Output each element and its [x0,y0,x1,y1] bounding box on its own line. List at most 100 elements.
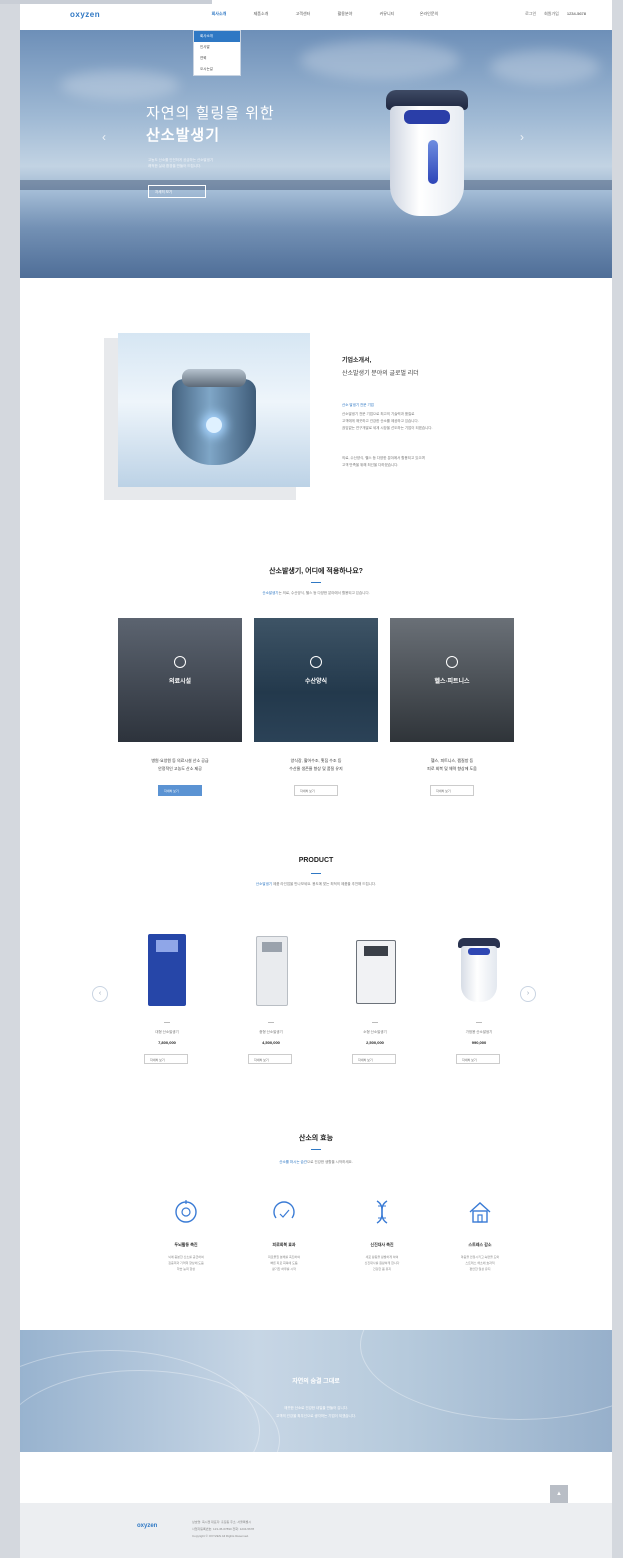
device-panel [468,948,490,955]
usage-card-text: 병원·요양원 등 의료시설 산소 공급 [151,758,209,763]
product-prev-icon[interactable]: ‹ [92,986,108,1002]
usage-card-fishery[interactable]: 수산양식 [254,618,378,742]
product-price: 4,500,000 [262,1040,280,1045]
effect-description: 세포 활동을 활발하게 하여 신진대사를 원활하게 합니다 건강한 몸 유지 [332,1254,432,1272]
usage-sub-text: 는 의료, 수산양식, 헬스 등 다양한 분야에서 활용되고 있습니다. [278,591,370,595]
product-sub-text: 제품 라인업을 만나보세요. 용도에 맞는 최적의 제품을 추천해 드립니다. [272,882,377,886]
nav-item-community[interactable]: 커뮤니티 [366,11,408,17]
usage-card-medical[interactable]: 의료시설 [118,618,242,742]
effect-subtitle: 산소를 마시는 습관으로 건강한 생활을 시작하세요. [20,1160,612,1165]
phone-number: 1234-5678 [566,11,586,16]
dropdown-item-greeting[interactable]: 인사말 [194,42,240,53]
cabinet-panel [262,942,282,952]
cabinet-panel [156,940,178,952]
intro-image [118,333,310,487]
usage-card-fitness[interactable]: 헬스·피트니스 [390,618,514,742]
nav-item-products[interactable]: 제품소개 [240,11,282,17]
usage-subtitle: 산소발생기는 의료, 수산양식, 헬스 등 다양한 분야에서 활용되고 있습니다… [20,591,612,596]
product-title: PRODUCT [298,857,334,864]
effect-title-text: 피로회복 효과 [272,1242,296,1247]
effect-title-text: 스트레스 감소 [468,1242,492,1247]
product-bar [268,1022,274,1023]
product-name: 소형 산소발생기 [363,1030,387,1034]
footer: oxyzen 상호명: 옥시젠 대표자: 홍길동 주소: 서울특별시 사업자등록… [20,1503,612,1558]
product-card[interactable]: 대형 산소발생기 7,800,000 자세히 보기 [120,918,214,1070]
effect-sub-highlight: 산소를 마시는 습관 [279,1160,307,1164]
banner-subtitle: 깨끗한 산소로 건강한 내일을 만들어 갑니다. [284,1406,348,1410]
oxygen-device-image [384,90,470,218]
nav-item-company[interactable]: 회사소개 [198,11,240,17]
fitness-icon [446,656,458,668]
product-name: 가정용 산소발생기 [465,1030,493,1034]
util-links: 로그인 회원가입 1234-5678 [525,11,586,17]
hero-banner: ‹ › 자연의 힐링을 위한 산소발생기 고농도 산소를 안전하게 공급하는 산… [20,30,612,278]
tank-glow [206,417,222,433]
intro-highlight: 산소 발생기 전문 기업 [342,403,374,407]
usage-card-label: 헬스·피트니스 [434,679,470,685]
usage-card-text: 양식장, 활어수조, 횟집 수조 등 [290,758,342,763]
effect-title: 산소의 효능 [298,1135,334,1142]
effect-title-text: 신진대사 촉진 [370,1242,394,1247]
product-card[interactable]: 중형 산소발생기 4,500,000 자세히 보기 [224,918,318,1070]
effect-description: 뇌에 충분한 산소를 공급하여 집중력과 기억력 향상에 도움 학습 능력 향상 [136,1254,236,1272]
product-price: 990,000 [471,1040,487,1045]
intro-subtitle: 산소발생기 분야의 글로벌 리더 [342,371,419,377]
nav-item-support[interactable]: 고객센터 [282,11,324,17]
header: oxyzen 회사소개 제품소개 고객센터 활용분야 커뮤니티 온라인문의 로그… [20,0,612,30]
usage-more-button[interactable]: 자세히 보기 [158,785,202,796]
medical-icon [174,656,186,668]
intro-paragraph: 끊임없는 연구개발로 세계 시장을 선도하는 기업이 되겠습니다. [342,426,433,430]
scroll-top-button[interactable]: ▲ [550,1485,568,1503]
water [20,190,612,278]
nav-item-inquiry[interactable]: 온라인문의 [408,11,450,17]
effect-desc-line: 건강한 몸 유지 [372,1267,392,1271]
effect-desc-line: 학습 능력 향상 [176,1267,196,1271]
intro-paragraph: 의료, 수산양식, 헬스 등 다양한 분야에서 활용되고 있으며 [342,456,425,460]
browser-top-tab [0,0,212,4]
usage-more-button[interactable]: 자세히 보기 [430,785,474,796]
nav-item-usage[interactable]: 활용분야 [324,11,366,17]
product-bar [164,1022,170,1023]
banner-subtitle: 고객의 건강을 최우선으로 생각하는 기업이 되겠습니다. [276,1414,356,1418]
hero-title: 자연의 힐링을 위한 [146,105,275,122]
usage-title-bar [311,582,321,583]
product-more-button[interactable]: 자세히 보기 [456,1054,500,1064]
hero-desc-line: 쾌적한 실내 환경을 만들어 드립니다. [148,164,202,168]
hero-more-button[interactable]: 자세히 보기 [148,185,206,198]
product-image [142,928,192,1012]
dropdown-item-history[interactable]: 연혁 [194,53,240,64]
usage-card-label: 의료시설 [168,679,192,685]
join-link[interactable]: 회원가입 [544,11,559,17]
product-name: 대형 산소발생기 [155,1030,179,1034]
intro-paragraph: 고객 만족을 위해 최선을 다하겠습니다. [342,463,399,467]
product-more-button[interactable]: 자세히 보기 [144,1054,188,1064]
product-more-button[interactable]: 자세히 보기 [352,1054,396,1064]
footer-logo: oxyzen [137,1523,158,1529]
usage-more-button[interactable]: 자세히 보기 [294,785,338,796]
product-card[interactable]: 가정용 산소발생기 990,000 자세히 보기 [432,918,526,1070]
cloud-decoration [300,40,460,80]
dropdown-item-location[interactable]: 오시는길 [194,64,240,75]
login-link[interactable]: 로그인 [525,11,536,17]
product-more-button[interactable]: 자세히 보기 [248,1054,292,1064]
product-bar [476,1022,482,1023]
bottom-banner: 자연의 숨결 그대로 깨끗한 산소로 건강한 내일을 만들어 갑니다. 고객의 … [20,1330,612,1452]
product-card[interactable]: 소형 산소발생기 2,500,000 자세히 보기 [328,918,422,1070]
banner-title: 자연의 숨결 그대로 [292,1379,340,1385]
logo[interactable]: oxyzen [70,10,100,19]
effect-description: 피로물질 분해를 촉진하여 빠른 피로 회복에 도움 활기찬 하루를 시작 [234,1254,334,1272]
page: oxyzen 회사소개 제품소개 고객센터 활용분야 커뮤니티 온라인문의 로그… [20,0,612,1558]
footer-info: 상호명: 옥시젠 대표자: 홍길동 주소: 서울특별시 [192,1520,252,1524]
brain-icon [175,1200,197,1223]
hero-description: 고농도 산소를 안전하게 공급하는 산소발생기 쾌적한 실내 환경을 만들어 드… [148,157,268,169]
horizon [20,180,612,190]
hero-prev-icon[interactable]: ‹ [102,130,106,144]
device-panel [404,110,450,124]
dna-icon [376,1200,388,1224]
footer-info: 사업자등록번호: 123-45-67890 전화: 1234-5678 [192,1527,255,1531]
dropdown-item-company[interactable]: 회사소개 [194,31,240,42]
effect-description: 마음을 안정시키고 숙면을 도와 스트레스 해소에 효과적 편안한 일상 유지 [430,1254,530,1272]
usage-card-text: 피로 회복 및 체력 향상에 도움 [427,766,477,771]
hero-next-icon[interactable]: › [520,130,524,144]
effect-desc-line: 활기찬 하루를 시작 [272,1267,296,1271]
